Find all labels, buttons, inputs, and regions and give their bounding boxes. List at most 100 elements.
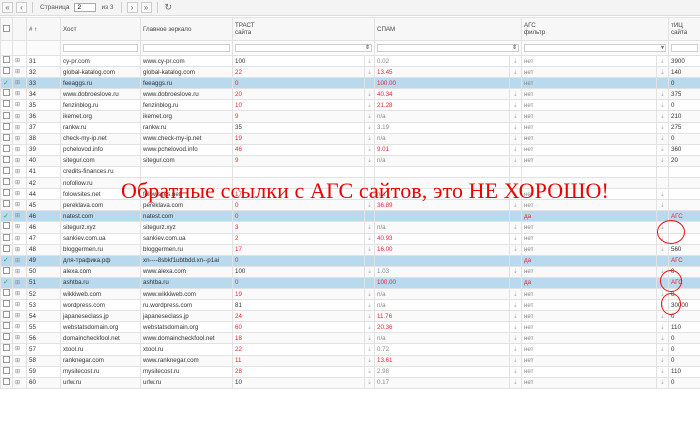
select-all-checkbox[interactable] — [3, 24, 10, 32]
row-checkbox[interactable] — [3, 56, 10, 64]
row-checkbox-cell[interactable] — [0, 376, 13, 389]
table-row[interactable]: ⊞ 32 global-katalog.com global-katalog.com 2… — [0, 66, 700, 79]
row-checkbox[interactable] — [3, 178, 10, 186]
expand-cell[interactable]: ⊞ — [12, 321, 27, 334]
row-checkbox[interactable] — [3, 333, 10, 341]
table-row[interactable]: ⊞ 56 domaincheckfool.net www.domaincheckfoo… — [0, 332, 700, 345]
expand-cell[interactable]: ⊞ — [12, 276, 27, 289]
table-row[interactable]: ⊞ 50 alexa.com www.alexa.com 100 ⇣ 1.03 ⇣ нет ⇣ 0 — [0, 265, 700, 278]
row-host[interactable]: xtool.ru — [60, 343, 141, 356]
row-host[interactable]: ranknegar.com — [60, 354, 141, 367]
expand-cell[interactable]: ⊞ — [12, 132, 27, 145]
row-checkbox-cell[interactable] — [0, 110, 13, 123]
expand-icon[interactable]: ⊞ — [15, 280, 20, 286]
row-checkbox[interactable] — [3, 67, 10, 75]
expand-icon[interactable]: ⊞ — [15, 180, 20, 186]
row-host[interactable]: ashtba.ru — [60, 276, 141, 289]
row-host[interactable]: sankiev.com.ua — [60, 232, 141, 245]
table-row[interactable]: ⊞ 57 xtool.ru xtool.ru 22 ⇣ 0.72 ⇣ нет ⇣ 0 — [0, 343, 700, 356]
row-host[interactable]: wordpress.com — [60, 299, 141, 312]
expand-icon[interactable]: ⊞ — [15, 58, 20, 64]
expand-icon[interactable]: ⊞ — [15, 369, 20, 375]
table-row[interactable]: ⊞ 47 sankiev.com.ua sankiev.com.ua 2 ⇣ 40.93 ⇣ н… — [0, 232, 700, 245]
col-host[interactable]: Хост — [60, 17, 141, 41]
table-row[interactable]: ⊞ 34 www.dobroeslove.ru www.dobroeslove.ru 2… — [0, 88, 700, 101]
table-row[interactable]: ⊞ 55 webstatsdomain.org webstatsdomain.org 6… — [0, 321, 700, 334]
expand-cell[interactable]: ⊞ — [12, 299, 27, 312]
row-checkbox-cell[interactable] — [0, 66, 13, 79]
row-host[interactable]: wikkiweb.com — [60, 287, 141, 301]
row-checkbox-cell[interactable] — [0, 188, 13, 201]
row-host[interactable]: pchelovod.info — [60, 143, 141, 156]
table-row[interactable]: ⊞ 48 bloggermen.ru bloggermen.ru 17 ⇣ 16.00 ⇣ не… — [0, 243, 700, 256]
row-checkbox-cell[interactable] — [0, 199, 13, 212]
table-row[interactable]: ✓ ⊞ 33 feeaggs.ru feeaggs.ru 0 100.00 нет 0 — [0, 77, 700, 90]
expand-cell[interactable]: ⊞ — [12, 365, 27, 378]
row-checkbox-cell[interactable]: ✓ — [0, 276, 13, 289]
spam-filter-input[interactable]: ⇕ — [377, 44, 520, 52]
row-checkbox-cell[interactable] — [0, 121, 13, 134]
sort-arrows-icon[interactable]: ⇕ — [512, 44, 517, 51]
expand-icon[interactable]: ⊞ — [15, 335, 20, 341]
row-checkbox-cell[interactable] — [0, 232, 13, 245]
expand-icon[interactable]: ⊞ — [15, 313, 20, 319]
row-checkbox-cell[interactable] — [0, 299, 13, 312]
expand-cell[interactable]: ⊞ — [12, 143, 27, 156]
table-row[interactable]: ⊞ 58 ranknegar.com www.ranknegar.com 11 ⇣ 13.6… — [0, 354, 700, 367]
expand-cell[interactable]: ⊞ — [12, 354, 27, 367]
row-host[interactable]: sitegur.com — [60, 154, 141, 167]
row-checkbox[interactable] — [3, 222, 10, 230]
table-row[interactable]: ✓ ⊞ 51 ashtba.ru ashtba.ru 0 100.00 да АГС — [0, 276, 700, 289]
expand-cell[interactable]: ⊞ — [12, 199, 27, 212]
expand-cell[interactable]: ⊞ — [12, 265, 27, 278]
expand-cell[interactable]: ⊞ — [12, 54, 27, 68]
checkmark-icon[interactable]: ✓ — [3, 279, 9, 286]
checkmark-icon[interactable]: ✓ — [3, 80, 9, 87]
row-host[interactable]: cy-pr.com — [60, 54, 141, 68]
first-page-icon[interactable]: « — [2, 2, 13, 13]
row-host[interactable]: для-трафика.рф — [60, 254, 141, 267]
table-row[interactable]: ⊞ 46 sitegurz.xyz sitegurz.xyz 3 ⇣ n/a ⇣ нет ⇣ — [0, 221, 700, 234]
row-host[interactable]: urlw.ru — [60, 376, 141, 389]
expand-cell[interactable]: ⊞ — [12, 154, 27, 167]
expand-icon[interactable]: ⊞ — [15, 69, 20, 75]
row-checkbox[interactable] — [3, 200, 10, 208]
row-host[interactable]: fenzinblog.ru — [60, 99, 141, 112]
refresh-icon[interactable]: ↻ — [165, 2, 173, 13]
expand-cell[interactable]: ⊞ — [12, 310, 27, 323]
trust-filter-input[interactable]: ⇕ — [235, 44, 372, 52]
row-checkbox[interactable] — [3, 167, 10, 174]
row-checkbox-cell[interactable] — [0, 143, 13, 156]
row-checkbox[interactable] — [3, 245, 10, 252]
row-checkbox[interactable] — [3, 189, 10, 197]
col-spam[interactable]: СПАМ — [373, 17, 523, 41]
row-checkbox[interactable] — [3, 344, 10, 352]
row-checkbox-cell[interactable]: ✓ — [0, 254, 13, 267]
row-host[interactable]: www.dobroeslove.ru — [60, 88, 141, 101]
row-checkbox[interactable] — [3, 356, 10, 363]
table-row[interactable]: ⊞ 40 sitegur.com sitegur.com 9 ⇣ n/a ⇣ нет ⇣ 20 — [0, 154, 700, 167]
last-page-icon[interactable]: » — [140, 2, 152, 13]
row-checkbox[interactable] — [3, 267, 10, 274]
table-row[interactable]: ✓ ⊞ 46 natest.com natest.com 0 да АГС — [0, 210, 700, 223]
row-checkbox-cell[interactable] — [0, 154, 13, 167]
col-trust[interactable]: ТРАСТ сайта — [232, 17, 375, 41]
table-row[interactable]: ✓ ⊞ 49 для-трафика.рф xn----8sbkf1ubtbdd.xn-… — [0, 254, 700, 267]
expand-cell[interactable]: ⊞ — [12, 254, 27, 267]
expand-icon[interactable]: ⊞ — [15, 169, 20, 175]
row-checkbox-cell[interactable] — [0, 221, 13, 234]
row-checkbox-cell[interactable] — [0, 99, 13, 112]
row-checkbox[interactable] — [3, 145, 10, 152]
host-filter-input[interactable] — [63, 44, 138, 52]
row-checkbox-cell[interactable] — [0, 310, 13, 323]
table-row[interactable]: ⊞ 60 urlw.ru urlw.ru 10 ⇣ 0.17 ⇣ нет ⇣ 0 — [0, 376, 700, 389]
row-host[interactable]: check-my-ip.net — [60, 132, 141, 145]
expand-cell[interactable]: ⊞ — [12, 88, 27, 101]
next-page-icon[interactable]: › — [126, 2, 138, 13]
row-checkbox[interactable] — [3, 89, 10, 97]
row-host[interactable]: rankw.ru — [60, 121, 141, 134]
row-checkbox[interactable] — [3, 367, 10, 374]
expand-icon[interactable]: ⊞ — [15, 136, 20, 142]
expand-cell[interactable]: ⊞ — [12, 376, 27, 389]
row-checkbox-cell[interactable] — [0, 265, 13, 278]
